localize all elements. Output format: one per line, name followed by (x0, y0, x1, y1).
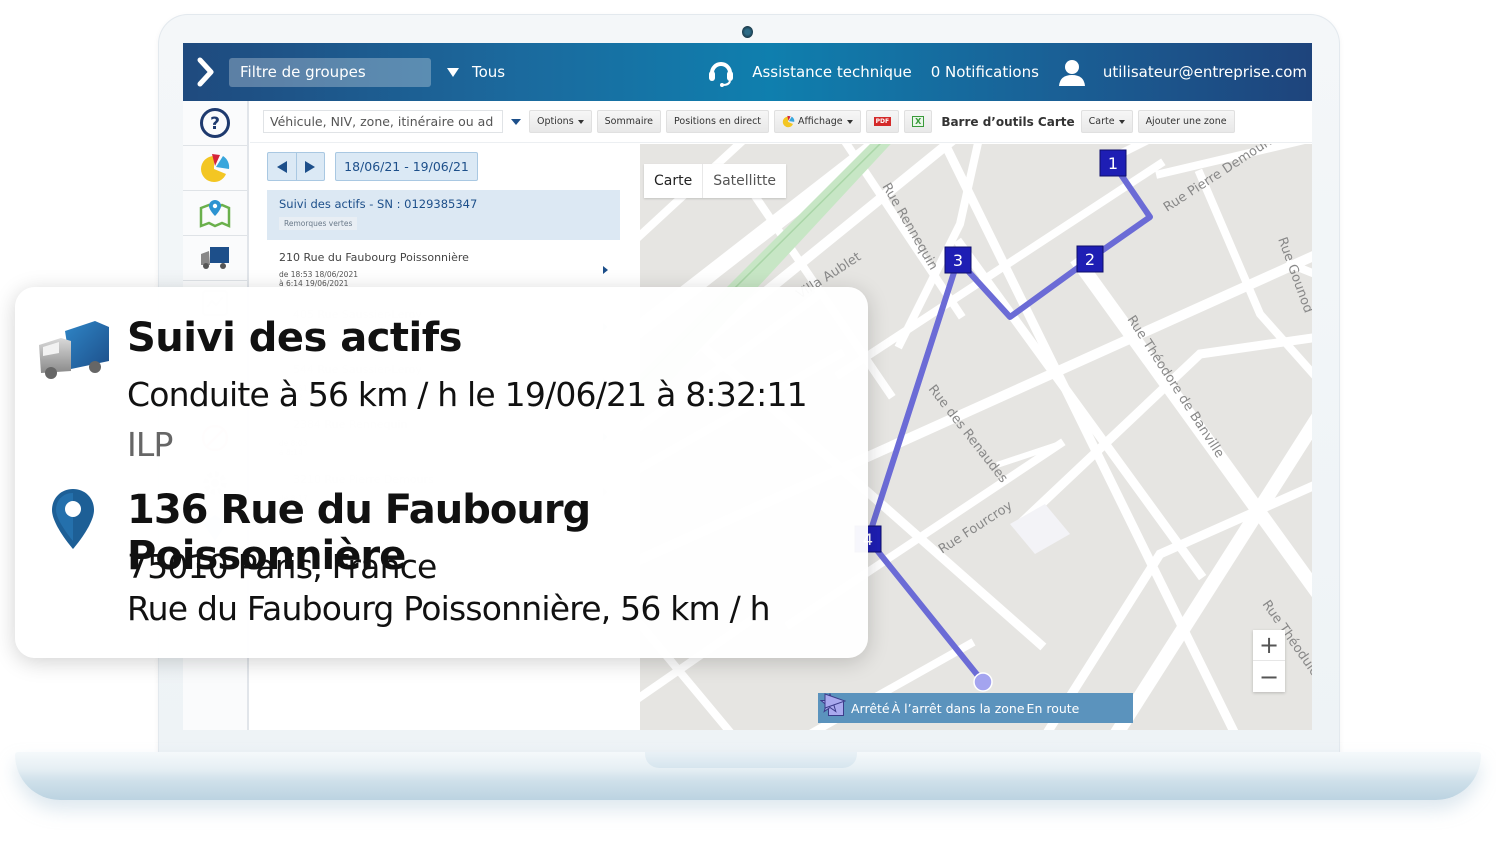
notifications-label: 0 Notifications (930, 63, 1039, 81)
pie-chart-icon (782, 115, 795, 128)
sidebar-item-assets[interactable] (183, 236, 247, 281)
card-subtitle: ILP (127, 425, 173, 464)
top-nav-bar: Filtre de groupes Tous Assistance techni… (183, 43, 1312, 101)
help-icon: ? (200, 108, 230, 138)
map-type-toggle: Carte Satellitte (644, 164, 787, 198)
next-day-button[interactable] (297, 153, 325, 180)
card-city: 75010 Paris, France (127, 547, 437, 586)
options-label: Options (537, 116, 574, 127)
location-pin-icon (52, 489, 94, 549)
add-zone-label: Ajouter une zone (1145, 116, 1227, 127)
date-nav (267, 152, 325, 181)
stop-marker-label: 1 (1108, 154, 1118, 173)
map-pin-icon (199, 200, 231, 228)
street-label: Rue Rennequin (879, 181, 941, 273)
pie-chart-icon (201, 154, 230, 182)
group-dropdown[interactable]: Tous (447, 63, 505, 81)
map-menu-label: Carte (1088, 116, 1115, 127)
zoom-out-button[interactable]: − (1253, 661, 1285, 692)
triangle-left-icon (276, 160, 287, 173)
caret-down-icon (846, 119, 853, 124)
user-email: utilisateur@entreprise.com (1102, 63, 1307, 81)
live-positions-button[interactable]: Positions en direct (666, 110, 770, 133)
map-menu-button[interactable]: Carte (1080, 110, 1133, 133)
user-menu[interactable]: utilisateur@entreprise.com (1058, 58, 1307, 86)
expand-menu-button[interactable] (183, 43, 229, 101)
laptop-camera (742, 26, 753, 38)
legend-stopped-in-zone: À l’arrêt dans la zone (891, 700, 1025, 716)
headset-icon (707, 57, 735, 87)
summary-button[interactable]: Sommaire (596, 110, 662, 133)
street-labels: Rue Rennequin Villa Aublet Rue Pierre De… (794, 144, 1312, 710)
map-legend: Arrêté À l’arrêt dans la zone En route (818, 693, 1133, 723)
support-link[interactable]: Assistance technique (707, 57, 912, 87)
street-label: Rue Fourcroy (936, 498, 1016, 557)
main-toolbar: Véhicule, NIV, zone, itinéraire ou ad Op… (250, 101, 1312, 143)
stop-address: 210 Rue du Faubourg Poissonnière (279, 251, 469, 264)
sidebar-item-map[interactable] (183, 191, 247, 236)
vehicle-search-input[interactable]: Véhicule, NIV, zone, itinéraire ou ad (263, 110, 503, 133)
support-label: Assistance technique (752, 63, 912, 81)
legend-en-route: En route (1026, 700, 1080, 716)
sidebar-item-help[interactable]: ? (183, 101, 247, 146)
stop-marker[interactable]: 2 (1076, 245, 1104, 273)
caret-down-icon (1118, 119, 1125, 124)
export-pdf-button[interactable]: PDF (865, 110, 900, 133)
map-type-carte[interactable]: Carte (644, 164, 704, 198)
card-status: Conduite à 56 km / h le 19/06/21 à 8:32:… (127, 375, 808, 414)
legend-stopped: Arrêté (851, 700, 890, 716)
display-label: Affichage (798, 116, 843, 127)
svg-text:?: ? (210, 114, 220, 134)
asset-info-card: Suivi des actifs Conduite à 56 km / h le… (15, 287, 868, 658)
asset-title: Suivi des actifs - SN : 0129385347 (279, 197, 478, 211)
street-label: Rue Théodore de Banville (1124, 313, 1227, 461)
pdf-icon: PDF (873, 117, 892, 126)
group-dropdown-value: Tous (472, 63, 506, 81)
stop-marker-label: 3 (953, 251, 963, 270)
card-title: Suivi des actifs (127, 315, 462, 361)
asset-tag: Remorques vertes (279, 217, 358, 230)
play-triangle-icon (824, 693, 846, 709)
sidebar-item-reports[interactable] (183, 146, 247, 191)
map-toolbar-title: Barre d’outils Carte (941, 114, 1075, 129)
card-street-speed: Rue du Faubourg Poissonnière, 56 km / h (127, 589, 771, 628)
asset-header[interactable]: Suivi des actifs - SN : 0129385347 Remor… (267, 190, 620, 240)
date-range-picker[interactable]: 18/06/21 - 19/06/21 (335, 152, 478, 181)
summary-label: Sommaire (604, 116, 654, 127)
caret-down-icon (577, 119, 584, 124)
stop-marker[interactable]: 3 (944, 246, 972, 274)
export-excel-button[interactable]: X (904, 110, 933, 133)
stop-marker[interactable]: 1 (1099, 149, 1127, 177)
user-icon (1058, 58, 1086, 86)
zoom-in-button[interactable]: + (1253, 630, 1285, 661)
notifications-link[interactable]: 0 Notifications (931, 63, 1039, 81)
search-dropdown-caret[interactable] (511, 118, 521, 125)
truck-icon (201, 247, 229, 269)
building-block (1010, 504, 1070, 554)
stop-from: de 18:53 18/06/2021 (279, 270, 358, 279)
laptop-notch (645, 752, 857, 768)
truck-icon (39, 321, 109, 379)
chevron-right-icon (197, 57, 214, 87)
display-button[interactable]: Affichage (774, 110, 861, 133)
excel-icon: X (912, 116, 925, 127)
expand-arrow-icon (603, 266, 608, 274)
previous-day-button[interactable] (268, 153, 297, 180)
current-position-dot[interactable] (973, 672, 993, 692)
street-label: Rue Pierre Demours (1161, 144, 1278, 215)
stop-marker-label: 2 (1085, 250, 1095, 269)
dropdown-triangle-icon (447, 67, 459, 77)
zoom-control: + − (1253, 630, 1285, 692)
group-filter-input[interactable]: Filtre de groupes (229, 57, 431, 87)
map-type-satellite[interactable]: Satellitte (703, 164, 786, 198)
add-zone-button[interactable]: Ajouter une zone (1137, 110, 1235, 133)
live-positions-label: Positions en direct (674, 116, 762, 127)
triangle-right-icon (305, 160, 316, 173)
options-button[interactable]: Options (529, 110, 592, 133)
